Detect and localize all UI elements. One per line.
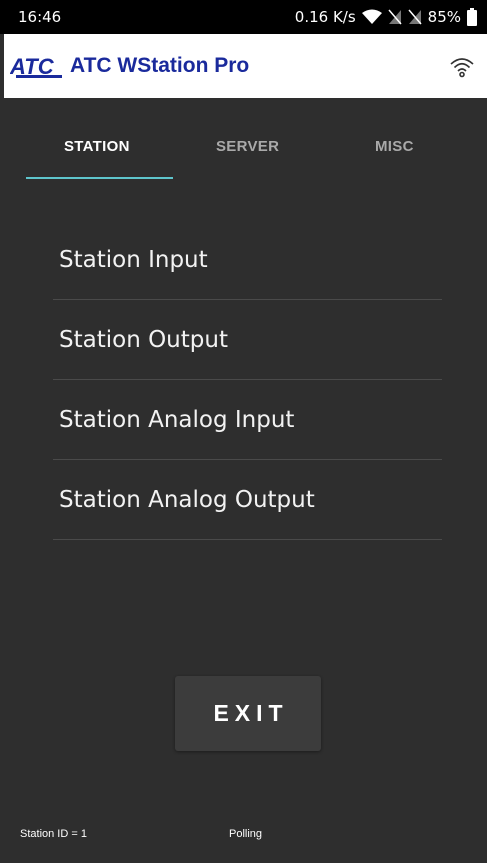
svg-text:ATC: ATC <box>10 54 55 78</box>
wifi-signal-icon <box>361 9 382 25</box>
menu-item-station-input[interactable]: Station Input <box>53 220 442 300</box>
status-indicators: 0.16 K/s 85% <box>295 8 477 26</box>
network-speed: 0.16 K/s <box>294 8 356 26</box>
no-sim-icon <box>408 9 422 25</box>
tab-bar: STATION SERVER MISC <box>0 98 487 182</box>
tab-station[interactable]: STATION <box>64 138 130 155</box>
station-id-label: Station ID = 1 <box>20 828 87 840</box>
menu-item-station-analog-input[interactable]: Station Analog Input <box>53 380 442 460</box>
app-title: ATC WStation Pro <box>70 54 250 77</box>
wifi-icon[interactable] <box>449 54 475 85</box>
atc-logo: ATC <box>10 54 62 78</box>
active-tab-indicator <box>26 177 173 179</box>
exit-button[interactable]: EXIT <box>175 676 321 751</box>
app-bar: ATC ATC WStation Pro <box>4 34 487 98</box>
status-bar: 16:46 0.16 K/s 85% <box>0 0 487 34</box>
battery-level: 85% <box>427 8 461 26</box>
status-time: 16:46 <box>18 8 62 26</box>
no-sim-icon <box>388 9 402 25</box>
tab-misc[interactable]: MISC <box>375 138 414 155</box>
station-menu-list: Station Input Station Output Station Ana… <box>53 220 442 540</box>
polling-status: Polling <box>229 828 263 840</box>
tab-server[interactable]: SERVER <box>216 138 279 155</box>
menu-item-station-analog-output[interactable]: Station Analog Output <box>53 460 442 540</box>
battery-icon <box>467 8 477 26</box>
menu-item-station-output[interactable]: Station Output <box>53 300 442 380</box>
